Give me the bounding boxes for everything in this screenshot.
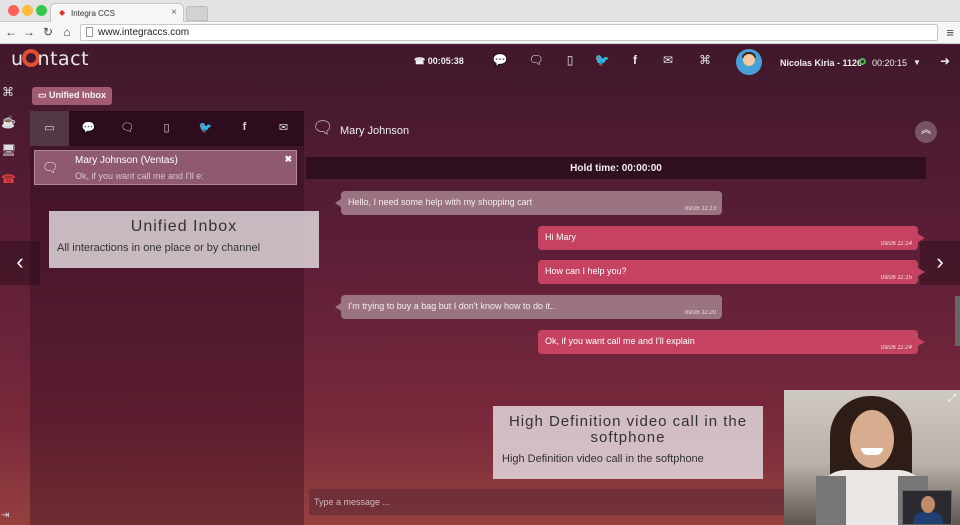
hold-time: Hold time: 00:00:00: [306, 157, 926, 179]
favicon-icon: ◆: [59, 8, 66, 17]
email-icon: ✉: [278, 122, 289, 134]
unified-inbox-button[interactable]: ▭ Unified Inbox: [32, 87, 113, 105]
mobile-icon[interactable]: ▯: [562, 53, 578, 67]
mobile-icon: ▯: [163, 122, 170, 134]
chats-icon[interactable]: 🗨: [528, 53, 544, 67]
email-icon[interactable]: ✉: [660, 53, 676, 67]
forward-icon[interactable]: →: [22, 25, 36, 39]
minimize-window-button[interactable]: [22, 5, 33, 16]
conversation-item[interactable]: 🗨 Mary Johnson (Ventas) Ok, if you want …: [34, 150, 297, 185]
tab-title: Integra CCS: [71, 9, 116, 18]
rail-monitor-icon[interactable]: 🖥: [1, 143, 16, 157]
tab-close-icon[interactable]: ×: [171, 7, 177, 18]
maximize-window-button[interactable]: [36, 5, 47, 16]
back-icon[interactable]: ←: [4, 25, 18, 39]
callout-title: High Definition video call in the softph…: [508, 413, 748, 446]
close-window-button[interactable]: [8, 5, 19, 16]
chat-icon[interactable]: 💬: [492, 53, 508, 67]
previous-slide-button[interactable]: ‹: [0, 241, 40, 285]
connected-time: 00:20:15: [872, 58, 908, 68]
message-incoming: Hello, I need some help with my shopping…: [335, 191, 722, 215]
tab-email[interactable]: ✉: [264, 111, 303, 146]
twitter-icon[interactable]: 🐦: [594, 53, 610, 67]
url-text: www.integraccs.com: [98, 27, 190, 38]
message-incoming: I'm trying to buy a bag but I don't know…: [335, 295, 722, 319]
tab-facebook[interactable]: f: [225, 111, 264, 146]
inbox-panel: ▭ 💬 🗨 ▯ 🐦 f ✉ 🗨 Mary Johnson (Ventas) Ok…: [30, 111, 304, 525]
callout-subtitle: All interactions in one place or by chan…: [57, 242, 261, 254]
logout-arrow-icon[interactable]: ➜: [940, 54, 950, 68]
exit-icon[interactable]: ⇥: [1, 510, 9, 521]
tab-chat[interactable]: 💬: [69, 111, 108, 146]
chevron-left-icon: ‹: [16, 249, 24, 274]
rail-gamepad-icon[interactable]: ⌘: [1, 85, 15, 99]
rail-phone-icon[interactable]: ☎: [1, 172, 16, 186]
browser-menu-icon[interactable]: ≡: [946, 25, 954, 40]
online-status-icon: [859, 58, 866, 65]
message-outgoing: Hi Mary 09/26 11:14: [538, 226, 925, 250]
page-icon: [86, 27, 93, 37]
next-slide-button[interactable]: ›: [920, 241, 960, 285]
ucontact-logo: u ntact: [11, 48, 90, 70]
self-view-video: [902, 490, 952, 525]
conversation-preview: Ok, if you want call me and I'll e:: [75, 171, 204, 181]
chat-contact-name: Mary Johnson: [340, 125, 410, 137]
unified-inbox-callout: Unified Inbox All interactions in one pl…: [49, 211, 319, 268]
user-name: Nicolas Kiria - 1126: [780, 58, 863, 68]
facebook-icon[interactable]: f: [627, 53, 643, 67]
rail-coffee-icon[interactable]: ☕: [1, 115, 16, 129]
address-bar[interactable]: www.integraccs.com: [80, 24, 938, 41]
channel-tabs: ▭ 💬 🗨 ▯ 🐦 f ✉: [30, 111, 304, 146]
browser-tab-bar: ◆ Integra CCS ×: [0, 0, 960, 22]
browser-nav-bar: ← → ↻ ⌂ www.integraccs.com ≡: [0, 22, 960, 44]
message-outgoing: Ok, if you want call me and I'll explain…: [538, 330, 925, 354]
twitter-icon: 🐦: [198, 122, 213, 134]
conversation-name: Mary Johnson (Ventas): [75, 155, 178, 166]
chat-header-icon: 🗨: [312, 118, 334, 137]
collapse-chevron-icon[interactable]: ︽: [915, 121, 937, 143]
app-header: u ntact ☎ 00:05:38 💬 🗨 ▯ 🐦 f ✉ ⌘ Nicolas …: [0, 45, 960, 77]
callout-subtitle: High Definition video call in the softph…: [502, 453, 704, 465]
close-conversation-icon[interactable]: ✖: [284, 154, 292, 165]
home-icon[interactable]: ⌂: [60, 25, 74, 39]
browser-tab[interactable]: ◆ Integra CCS ×: [50, 3, 184, 22]
chats-icon: 🗨: [120, 122, 135, 134]
call-timer: ☎ 00:05:38: [414, 56, 464, 66]
expand-icon[interactable]: ⤢: [948, 393, 956, 404]
tab-twitter[interactable]: 🐦: [186, 111, 225, 146]
chevron-down-icon[interactable]: ▼: [913, 58, 921, 67]
tab-mobile[interactable]: ▯: [147, 111, 186, 146]
side-drawer-handle[interactable]: [955, 296, 960, 346]
callout-title: Unified Inbox: [130, 218, 238, 235]
inbox-icon: ▭: [44, 122, 55, 134]
tab-chats[interactable]: 🗨: [108, 111, 147, 146]
video-call-callout: High Definition video call in the softph…: [493, 406, 763, 479]
conversation-chat-icon: 🗨: [42, 160, 59, 175]
video-call-window[interactable]: ⤢: [784, 390, 960, 525]
facebook-icon: f: [242, 121, 247, 133]
chat-icon: 💬: [81, 122, 96, 134]
reload-icon[interactable]: ↻: [41, 25, 55, 39]
message-input[interactable]: Type a message ...: [309, 489, 784, 515]
gamepad-icon[interactable]: ⌘: [697, 53, 713, 67]
new-tab-button[interactable]: [186, 6, 208, 21]
avatar[interactable]: [736, 49, 762, 75]
message-outgoing: How can I help you? 09/26 11:15: [538, 260, 925, 284]
chevron-right-icon: ›: [936, 249, 944, 274]
tab-inbox[interactable]: ▭: [30, 111, 69, 146]
